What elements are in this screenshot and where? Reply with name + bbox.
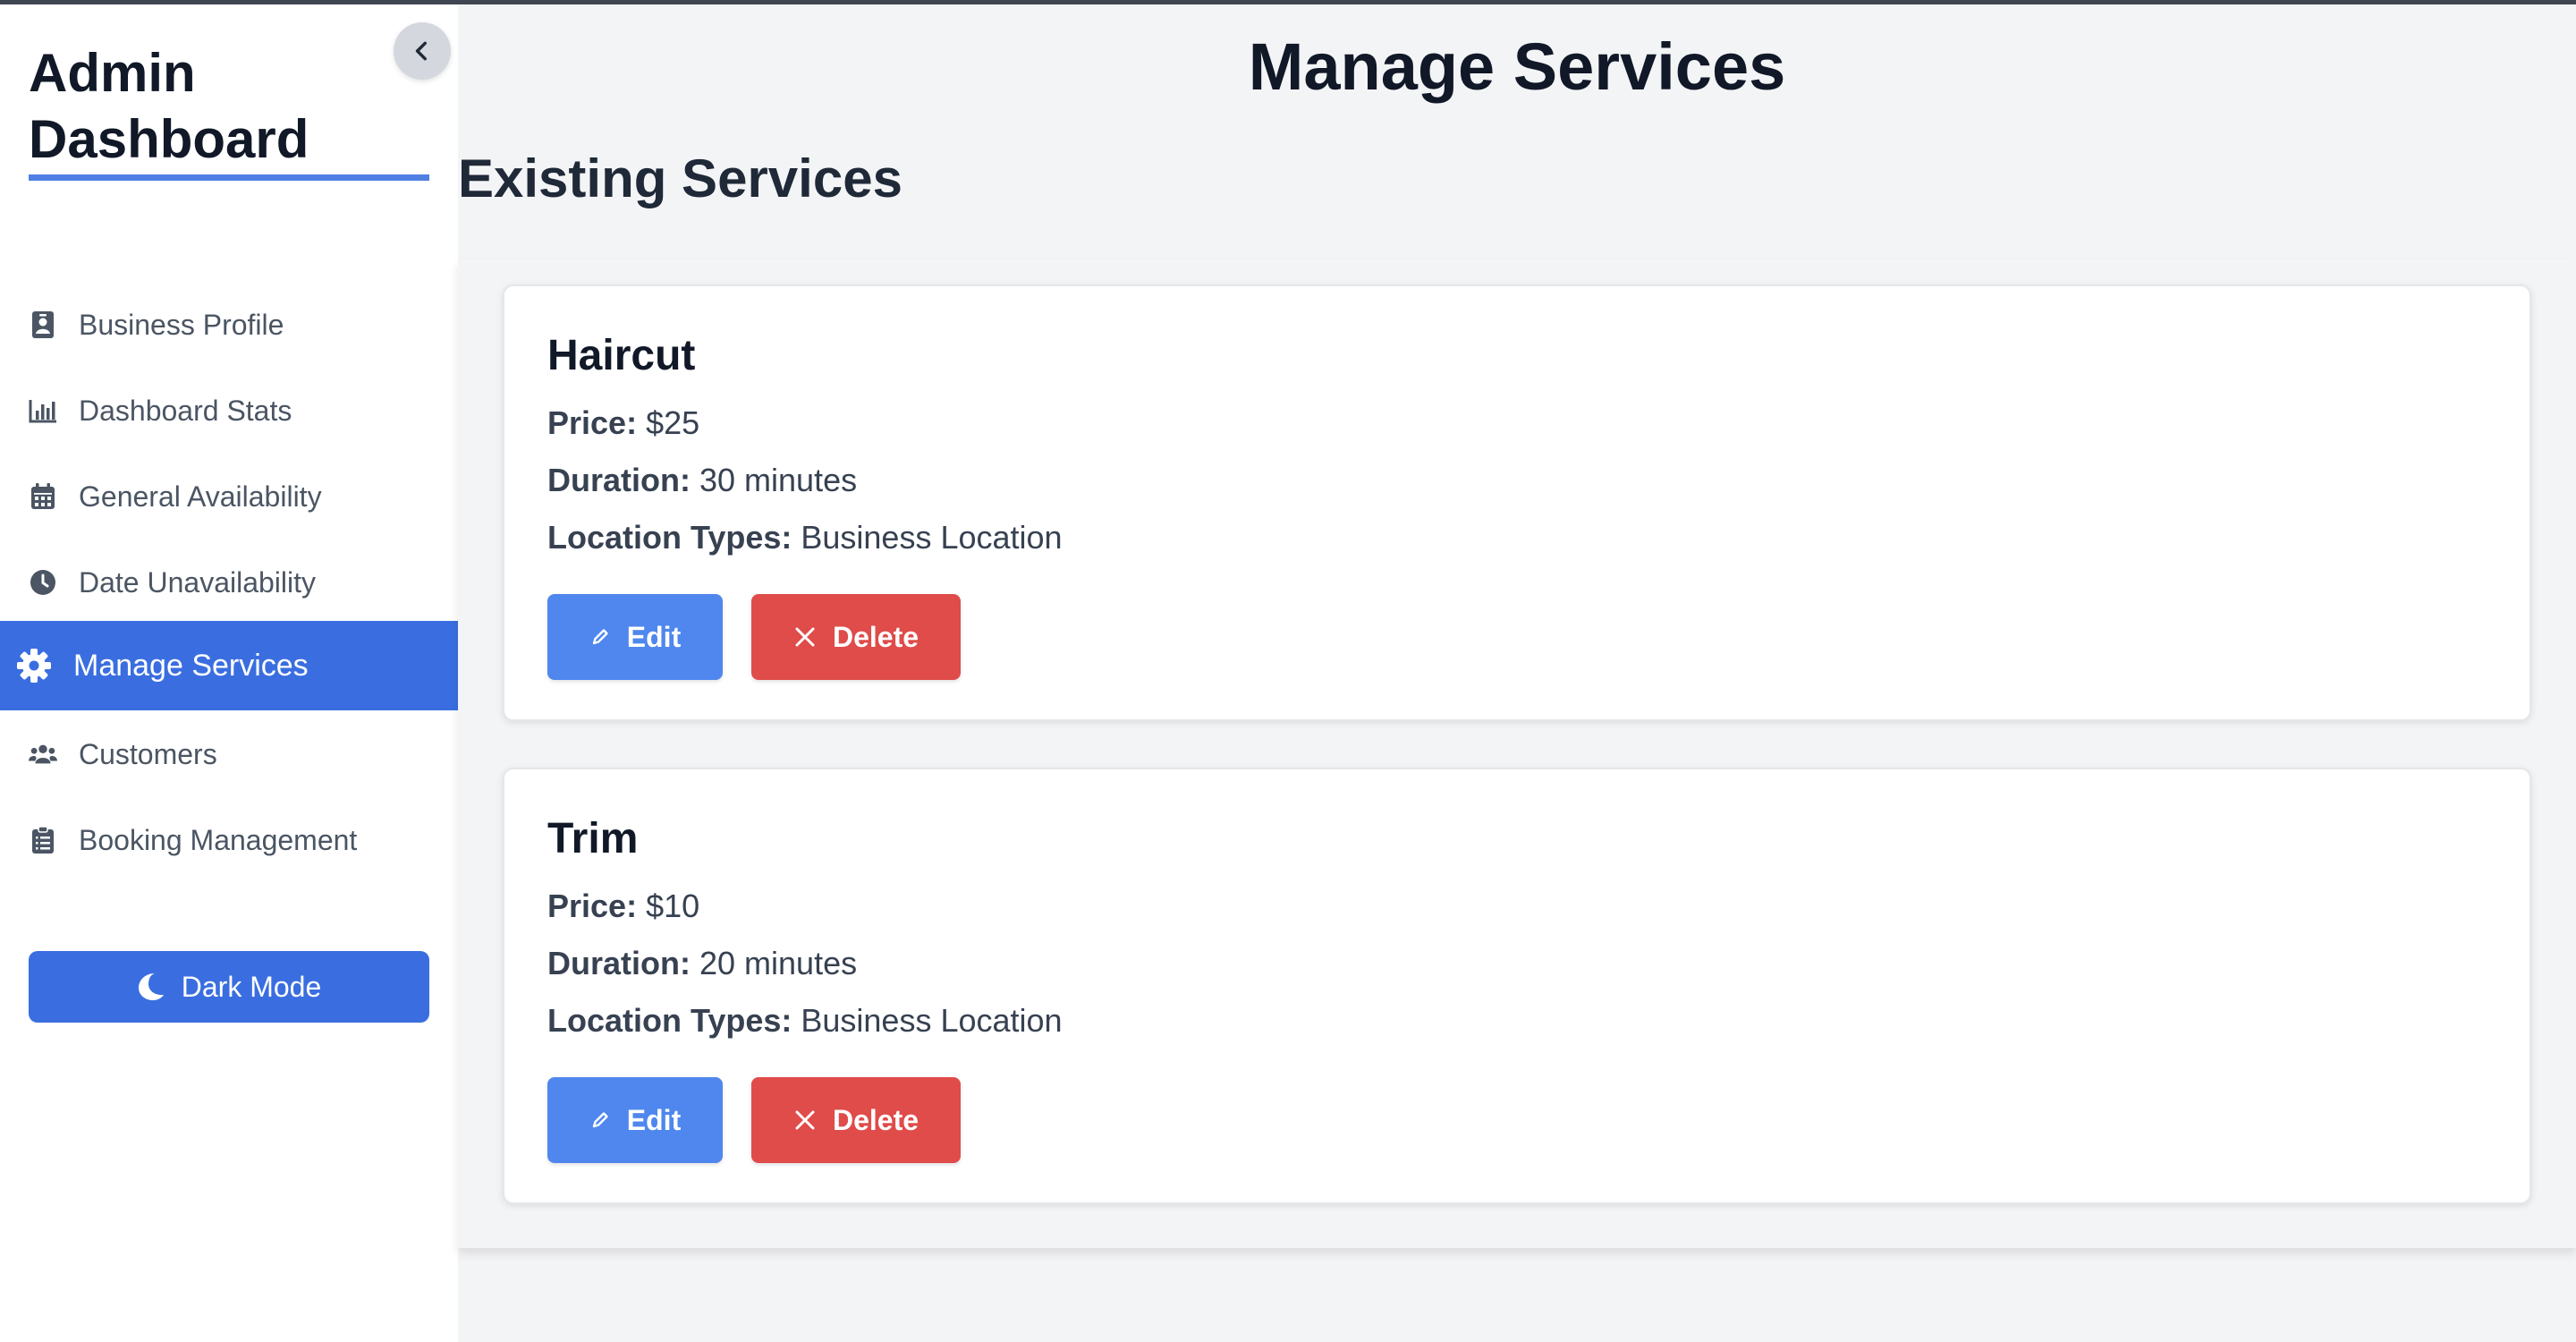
delete-button[interactable]: Delete	[751, 1077, 961, 1163]
pencil-icon	[589, 626, 611, 648]
duration-label: Duration:	[547, 462, 691, 498]
dark-mode-button[interactable]: Dark Mode	[29, 951, 429, 1023]
location-label: Location Types:	[547, 519, 792, 556]
clock-icon	[29, 568, 57, 597]
delete-label: Delete	[832, 1103, 919, 1136]
service-price: Price: $10	[547, 886, 699, 927]
sidebar-item-date-unavailability[interactable]: Date Unavailability	[0, 539, 458, 625]
price-value: $25	[646, 404, 700, 441]
price-label: Price:	[547, 888, 638, 924]
section-title: Existing Services	[458, 149, 902, 208]
service-card: Trim Price: $10 Duration: 20 minutes Loc…	[503, 768, 2531, 1204]
service-name: Trim	[547, 815, 639, 862]
service-price: Price: $25	[547, 403, 699, 444]
sidebar-item-booking-management[interactable]: Booking Management	[0, 797, 458, 883]
service-duration: Duration: 20 minutes	[547, 943, 857, 984]
service-duration: Duration: 30 minutes	[547, 460, 857, 501]
dark-mode-label: Dark Mode	[181, 970, 322, 1003]
price-label: Price:	[547, 404, 638, 441]
duration-value: 20 minutes	[699, 945, 858, 981]
chevron-left-icon	[411, 39, 434, 63]
sidebar-item-label: Dashboard Stats	[79, 394, 292, 427]
sidebar-item-dashboard-stats[interactable]: Dashboard Stats	[0, 368, 458, 454]
page-title: Manage Services	[1248, 30, 1786, 104]
moon-icon	[137, 972, 165, 1002]
sidebar-item-label: General Availability	[79, 480, 322, 513]
edit-label: Edit	[626, 620, 682, 653]
sidebar-item-customers[interactable]: Customers	[0, 711, 458, 797]
sidebar-item-label: Date Unavailability	[79, 565, 317, 599]
users-icon	[29, 740, 57, 769]
clipboard-icon	[29, 826, 57, 854]
location-value: Business Location	[801, 1002, 1063, 1039]
sidebar-item-general-availability[interactable]: General Availability	[0, 454, 458, 539]
calendar-icon	[29, 482, 57, 511]
gear-icon	[16, 648, 52, 684]
duration-value: 30 minutes	[699, 462, 858, 498]
services-list: Haircut Price: $25 Duration: 30 minutes …	[458, 259, 2576, 1248]
sidebar-item-manage-services[interactable]: Manage Services	[0, 621, 458, 710]
sidebar-title: Admin Dashboard	[29, 43, 309, 169]
sidebar-item-label: Customers	[79, 737, 217, 770]
delete-label: Delete	[832, 620, 919, 653]
bar-chart-icon	[29, 396, 57, 425]
price-value: $10	[646, 888, 700, 924]
close-icon	[793, 625, 817, 649]
close-icon	[793, 1108, 817, 1132]
service-card: Haircut Price: $25 Duration: 30 minutes …	[503, 285, 2531, 721]
service-location-types: Location Types: Business Location	[547, 517, 1063, 558]
sidebar-item-label: Booking Management	[79, 823, 358, 856]
service-location-types: Location Types: Business Location	[547, 1000, 1063, 1041]
id-badge-icon	[29, 310, 57, 339]
edit-label: Edit	[626, 1103, 682, 1136]
edit-button[interactable]: Edit	[547, 594, 723, 680]
service-name: Haircut	[547, 332, 696, 379]
sidebar-item-label: Manage Services	[73, 648, 309, 683]
sidebar: Admin Dashboard Business Profile Dashboa…	[0, 4, 458, 1342]
edit-button[interactable]: Edit	[547, 1077, 723, 1163]
location-value: Business Location	[801, 519, 1063, 556]
duration-label: Duration:	[547, 945, 691, 981]
sidebar-item-business-profile[interactable]: Business Profile	[0, 282, 458, 368]
location-label: Location Types:	[547, 1002, 792, 1039]
pencil-icon	[589, 1109, 611, 1131]
title-underline	[29, 174, 429, 181]
delete-button[interactable]: Delete	[751, 594, 961, 680]
sidebar-item-label: Business Profile	[79, 308, 284, 341]
